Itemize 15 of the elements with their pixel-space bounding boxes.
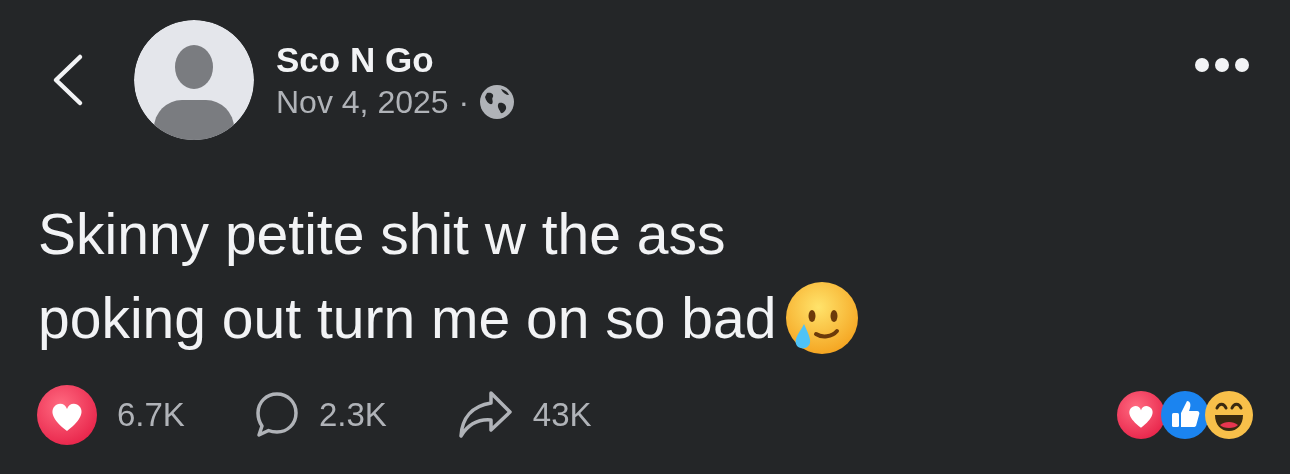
share-icon[interactable] (456, 390, 513, 440)
post-date: Nov 4, 2025 (276, 83, 449, 121)
post-text: poking out turn me on so bad (38, 285, 777, 352)
shares-count: 43K (532, 396, 592, 434)
avatar[interactable] (134, 20, 254, 140)
comment-icon[interactable] (254, 391, 299, 439)
globe-icon (479, 84, 516, 120)
comments-count: 2.3K (318, 396, 387, 434)
separator-dot: · (458, 83, 470, 121)
likes-count: 6.7K (117, 396, 185, 434)
more-button[interactable] (1194, 57, 1250, 73)
author-name[interactable]: Sco N Go (276, 39, 516, 80)
like-icon (1161, 391, 1209, 439)
laugh-icon (1205, 391, 1253, 439)
post-text: Skinny petite shit w the ass (38, 201, 726, 268)
